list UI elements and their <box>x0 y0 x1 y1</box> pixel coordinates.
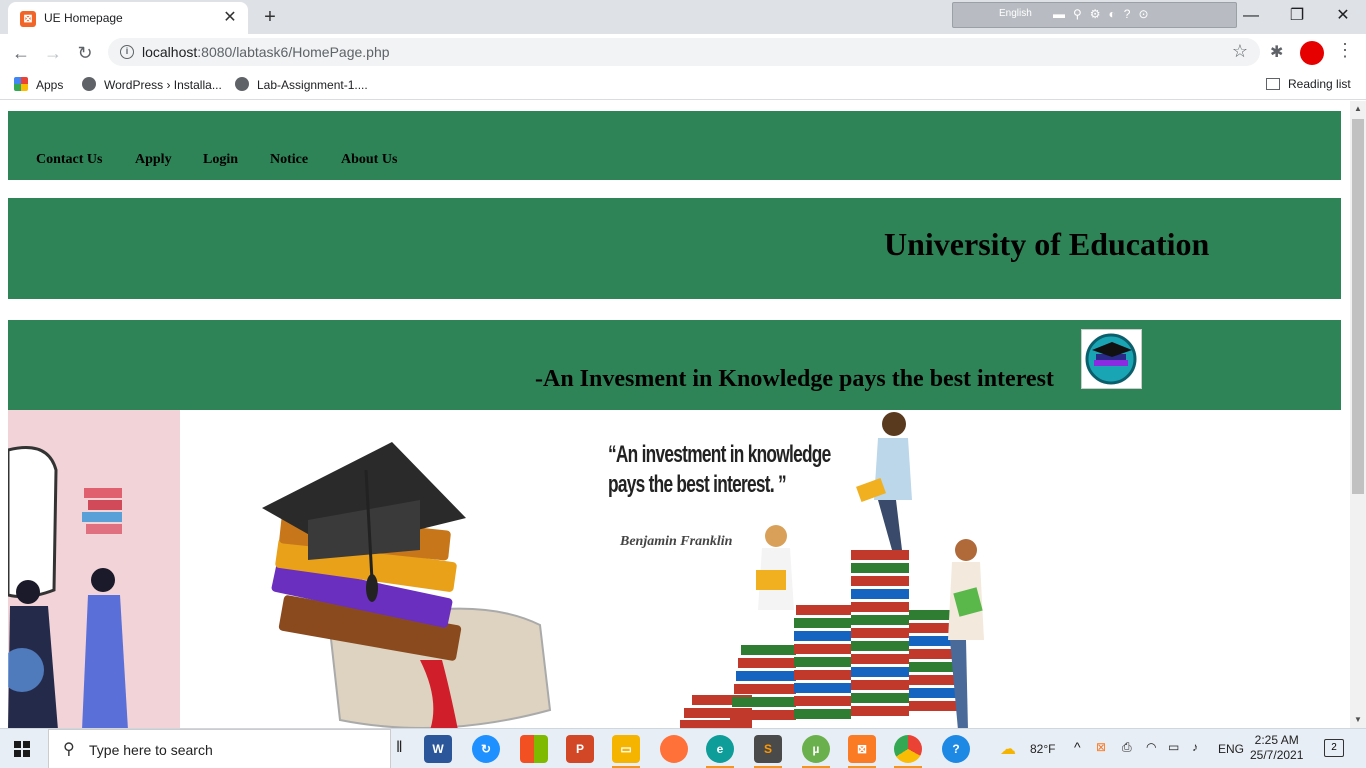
students-with-books-image <box>8 410 180 728</box>
search-placeholder: Type here to search <box>89 742 213 758</box>
extensions-puzzle-icon[interactable]: ✱ <box>1270 42 1283 62</box>
office-icon[interactable] <box>520 735 548 763</box>
xampp-icon[interactable]: ⊠ <box>848 735 876 768</box>
nav-about-us[interactable]: About Us <box>341 152 397 168</box>
forward-arrow-icon[interactable]: → <box>40 40 66 66</box>
language-label: English <box>999 8 1032 19</box>
bookmark-star-icon[interactable]: ☆ <box>1232 41 1248 62</box>
clock-date: 25/7/2021 <box>1250 748 1304 762</box>
windows-taskbar: ⚲ Type here to search ‖ W ↻ P ▭ e S µ ⊠ … <box>0 728 1366 768</box>
page-scrollbar[interactable]: ▲ ▼ <box>1350 101 1366 728</box>
close-window-button[interactable]: ✕ <box>1320 4 1366 28</box>
edge-icon[interactable]: e <box>706 735 734 768</box>
battery-icon[interactable]: ▭ <box>1168 740 1179 754</box>
word-icon[interactable]: W <box>424 735 452 763</box>
tray-xampp-icon[interactable]: ⊠ <box>1096 740 1106 754</box>
nav-notice[interactable]: Notice <box>270 152 308 168</box>
address-bar[interactable]: i localhost:8080/labtask6/HomePage.php ☆ <box>108 38 1260 66</box>
tab-title: UE Homepage <box>44 11 123 25</box>
search-icon: ⚲ <box>63 741 75 758</box>
investment-quote-image: “An investment in knowledge pays the bes… <box>596 410 996 728</box>
refresh-app-icon[interactable]: ↻ <box>472 735 500 763</box>
toolbar: ← → ↻ i localhost:8080/labtask6/HomePage… <box>0 34 1366 70</box>
page-title: University of Education <box>884 226 1210 262</box>
motto-banner: -An Invesment in Knowledge pays the best… <box>8 320 1341 410</box>
bookmark-lab-assignment[interactable]: Lab-Assignment-1.... <box>235 77 368 92</box>
new-tab-button[interactable]: + <box>258 5 282 29</box>
apps-icon <box>14 77 28 91</box>
restore-button[interactable]: ❐ <box>1274 4 1320 28</box>
utorrent-icon[interactable]: µ <box>802 735 830 768</box>
graduation-cap-books-image <box>180 410 596 728</box>
globe-icon <box>235 77 249 91</box>
bookmarks-bar: Apps WordPress › Installa... Lab-Assignm… <box>0 70 1366 100</box>
site-info-icon[interactable]: i <box>120 45 134 59</box>
system-clock[interactable]: 2:25 AM 25/7/2021 <box>1250 733 1303 763</box>
sublime-icon[interactable]: S <box>754 735 782 768</box>
nav-menu: Contact Us Apply Login Notice About Us <box>20 111 413 182</box>
xampp-favicon-icon: ⊠ <box>20 11 36 27</box>
wifi-icon[interactable]: ◠ <box>1146 740 1156 754</box>
tab-strip: ⊠ UE Homepage ✕ + English ▬⚲⚙◐?⊙ — ❐ ✕ <box>0 0 1366 34</box>
nav-apply[interactable]: Apply <box>135 152 172 168</box>
profile-avatar[interactable] <box>1300 41 1324 65</box>
scroll-down-arrow-icon[interactable]: ▼ <box>1350 712 1366 728</box>
chrome-icon[interactable] <box>894 735 922 768</box>
bookmark-wordpress[interactable]: WordPress › Installa... <box>82 77 222 92</box>
globe-icon <box>82 77 96 91</box>
back-arrow-icon[interactable]: ← <box>8 40 34 66</box>
firefox-icon[interactable] <box>660 735 688 763</box>
tray-device-icon[interactable]: ⎙ <box>1122 740 1132 755</box>
top-navbar: Contact Us Apply Login Notice About Us <box>8 111 1341 182</box>
volume-icon[interactable]: ♪ <box>1192 740 1198 754</box>
url-text[interactable]: localhost:8080/labtask6/HomePage.php <box>142 44 390 60</box>
notification-center-icon[interactable]: 2 <box>1324 739 1344 757</box>
powerpoint-icon[interactable]: P <box>566 735 594 763</box>
scroll-up-arrow-icon[interactable]: ▲ <box>1350 101 1366 117</box>
nav-contact-us[interactable]: Contact Us <box>36 152 103 168</box>
motto-text: -An Invesment in Knowledge pays the best… <box>535 366 1054 392</box>
clock-time: 2:25 AM <box>1254 733 1299 747</box>
page-viewport: Contact Us Apply Login Notice About Us U… <box>0 101 1350 728</box>
taskbar-search-input[interactable]: ⚲ Type here to search <box>48 729 391 768</box>
browser-tab[interactable]: ⊠ UE Homepage ✕ <box>8 2 248 34</box>
reading-list-icon <box>1266 78 1280 90</box>
title-banner: University of Education <box>8 198 1341 299</box>
nav-login[interactable]: Login <box>203 152 238 168</box>
reading-list-button[interactable]: Reading list <box>1266 77 1351 91</box>
windows-start-icon[interactable] <box>14 741 30 757</box>
menu-kebab-icon[interactable]: ⋮ <box>1336 40 1354 61</box>
help-icon[interactable]: ? <box>942 735 970 763</box>
weather-icon[interactable]: ☁ <box>1000 739 1016 759</box>
language-bar[interactable]: English ▬⚲⚙◐?⊙ <box>952 2 1237 28</box>
tray-chevron-up-icon[interactable]: ^ <box>1074 739 1081 755</box>
language-bar-icons: ▬⚲⚙◐?⊙ <box>1053 7 1157 21</box>
minimize-button[interactable]: — <box>1228 4 1274 28</box>
reload-icon[interactable]: ↻ <box>72 40 98 66</box>
bookmark-apps[interactable]: Apps <box>14 77 63 92</box>
scroll-thumb[interactable] <box>1352 119 1364 494</box>
file-explorer-icon[interactable]: ▭ <box>612 735 640 768</box>
task-view-icon[interactable]: ‖ <box>396 739 403 757</box>
tab-close-icon[interactable]: ✕ <box>220 8 240 28</box>
input-language[interactable]: ENG <box>1218 742 1244 756</box>
weather-temp[interactable]: 82°F <box>1030 742 1055 756</box>
books-logo-image <box>1081 329 1142 389</box>
